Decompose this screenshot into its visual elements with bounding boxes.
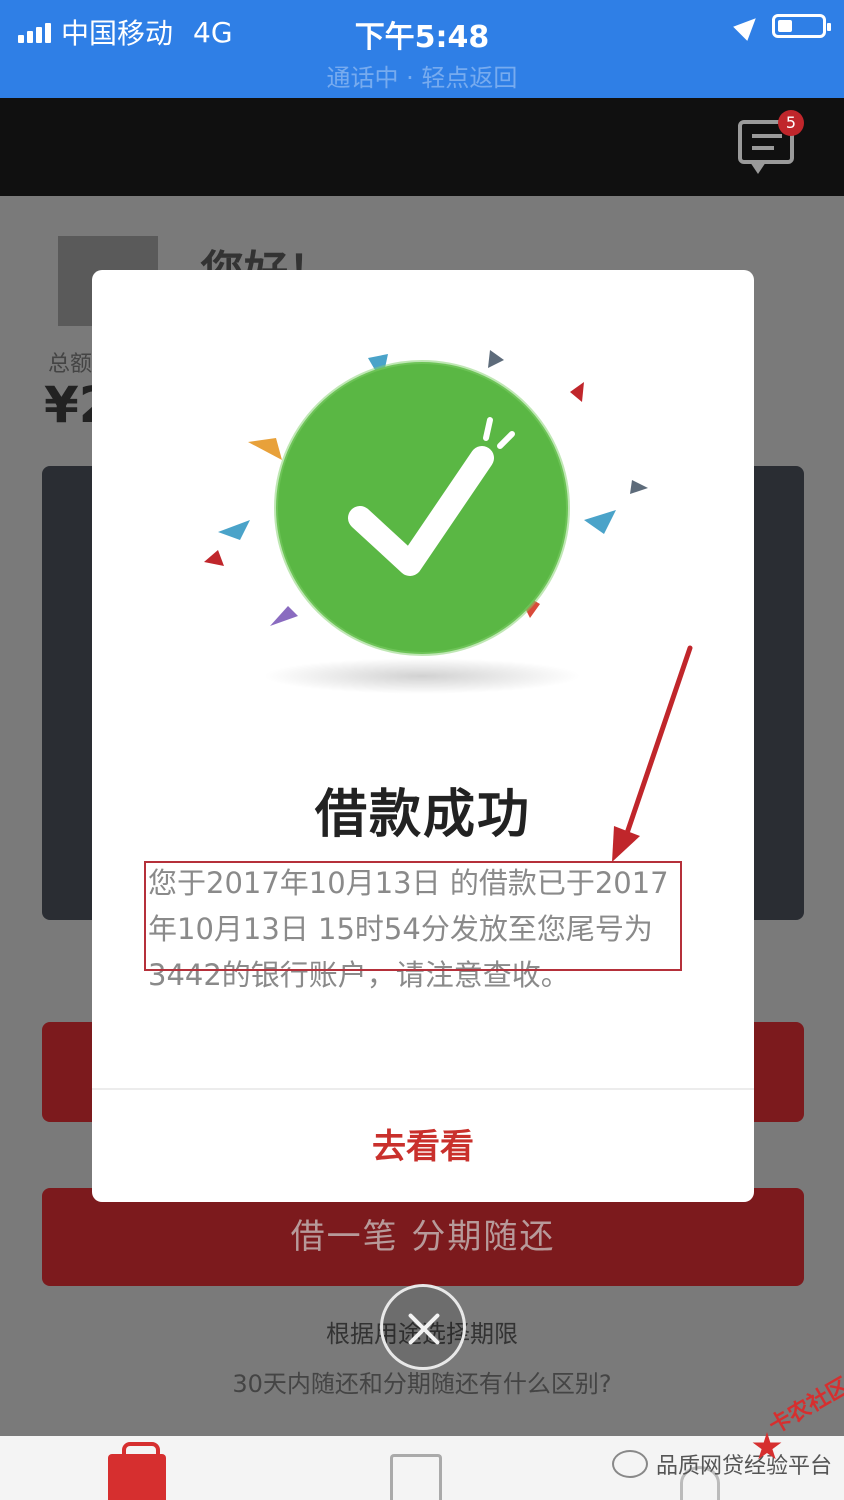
borrow-installment-button[interactable]: 借一笔 分期随还 — [42, 1188, 804, 1286]
corner-logo: 卡农社区 — [752, 1373, 844, 1478]
loan-tab-icon[interactable] — [390, 1454, 442, 1500]
message-badge: 5 — [778, 110, 804, 136]
hero-shadow — [262, 658, 582, 694]
location-arrow-icon — [733, 11, 763, 41]
success-modal: 借款成功 您于2017年10月13日 的借款已于2017 年10月13日 15时… — [92, 270, 754, 1202]
modal-divider — [92, 1088, 754, 1090]
app-nav-bar: 5 — [0, 98, 844, 196]
modal-title: 借款成功 — [314, 785, 531, 845]
call-banner[interactable]: 通话中 · 轻点返回 — [0, 58, 844, 93]
total-label: 总额 — [48, 352, 93, 377]
battery-icon — [772, 14, 831, 38]
status-bar: 中国移动 4G 下午5:48 通话中 · 轻点返回 — [0, 0, 844, 98]
annotation-highlight-box — [144, 861, 682, 971]
close-modal-button[interactable] — [380, 1284, 466, 1370]
success-check-icon — [204, 350, 648, 656]
view-details-button[interactable]: 去看看 — [92, 1092, 754, 1202]
home-tab-icon[interactable] — [108, 1442, 166, 1500]
status-right — [733, 11, 831, 41]
wechat-logo-icon — [612, 1450, 648, 1478]
status-time: 下午5:48 — [354, 20, 490, 55]
